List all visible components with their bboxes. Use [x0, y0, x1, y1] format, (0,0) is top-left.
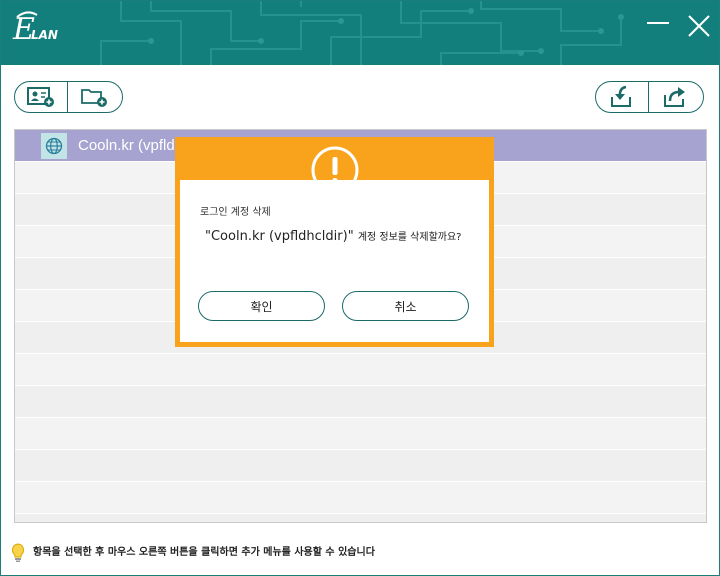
- cancel-button[interactable]: 취소: [342, 291, 469, 321]
- dialog-message-text: 계정 정보를 삭제할까요?: [357, 232, 462, 243]
- dialog-message-account: "Cooln.kr (vpfldhcldir)": [205, 229, 354, 244]
- delete-confirm-dialog: 로그인 계정 삭제 "Cooln.kr (vpfldhcldir)" 계정 정보…: [175, 137, 494, 347]
- modal-overlay: 로그인 계정 삭제 "Cooln.kr (vpfldhcldir)" 계정 정보…: [0, 0, 720, 576]
- dialog-heading: 로그인 계정 삭제: [200, 207, 271, 218]
- confirm-button[interactable]: 확인: [198, 291, 325, 321]
- dialog-body: 로그인 계정 삭제 "Cooln.kr (vpfldhcldir)" 계정 정보…: [180, 180, 489, 342]
- dialog-message: "Cooln.kr (vpfldhcldir)" 계정 정보를 삭제할까요?: [205, 228, 461, 244]
